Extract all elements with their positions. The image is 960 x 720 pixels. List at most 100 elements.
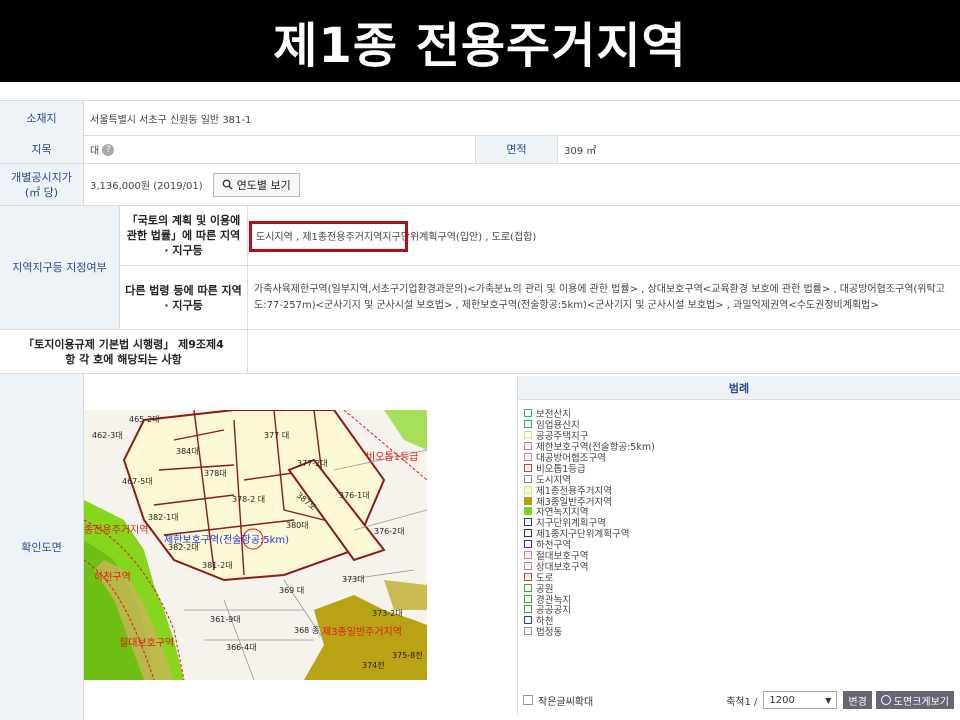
- legend-list: 보전산지 임업용산지 공공주택지구 제한보호구역(전술항공:5km) 대공방어협조구역 비…: [518, 400, 960, 638]
- land-value: 대: [90, 146, 100, 157]
- lot-label: 377 대: [264, 431, 289, 440]
- price-value: 3,136,000원 (2019/01): [90, 181, 203, 192]
- map-svg: 465-2대 462-3대 384대 377 대 377-2대 467-5대 3…: [84, 410, 427, 680]
- banner-title: 제1종 전용주거지역: [273, 18, 687, 74]
- legend-item: 보전산지: [524, 408, 960, 420]
- lot-label: 376-2대: [374, 527, 405, 536]
- legend-title: 범례: [518, 376, 960, 400]
- zone-label-restricted: 제한보호구역(전술항공:5km): [164, 534, 289, 546]
- lot-label: 366-4대: [226, 643, 257, 652]
- row-land: 지목 대 ? 면적 309 ㎡: [0, 136, 960, 164]
- legend-item: 도로: [524, 571, 960, 584]
- legend-panel: 범례 보전산지 임업용산지 공공주택지구 제한보호구역(전술항공:5km) 대공방어협조…: [517, 376, 960, 716]
- zoom-icon: [880, 695, 891, 705]
- legend-item: 제3종일반주거지역: [524, 495, 960, 508]
- land-value-cell: 대 ?: [84, 136, 476, 163]
- lot-label: 377-2대: [297, 459, 328, 468]
- location-value: 서울특별시 서초구 신원동 일반 381-1: [90, 115, 252, 126]
- legend-swatch: [524, 583, 532, 592]
- row-price: 개별공시지가(㎡ 당) 3,136,000원 (2019/01) 연도별 보기: [0, 164, 960, 206]
- legend-item: 하천구역: [524, 539, 960, 551]
- lot-label: 375-8전: [392, 650, 423, 660]
- legend-swatch: [524, 485, 532, 494]
- zoom-map-button[interactable]: 도면크게보기: [875, 691, 954, 709]
- legend-swatch: [524, 551, 532, 560]
- lot-label: 382-1대: [148, 513, 179, 522]
- legend-swatch: [524, 594, 532, 603]
- legend-item: 경관녹지: [524, 593, 960, 606]
- row-regulation: 「토지이용규제 기본법 시행령」 제9조제4항 각 호에 해당되는 사항: [0, 330, 960, 374]
- row-zone: 지역지구등 지정여부 「국토의 계획 및 이용에 관한 법률」에 따른 지역 ·…: [0, 206, 960, 330]
- location-label: 소재지: [0, 101, 84, 136]
- zone-sub2: 다른 법령 등에 따른 지역 · 지구등: [120, 266, 248, 329]
- lot-label: 361-9대: [210, 615, 241, 624]
- lot-label: 376-1대: [339, 491, 370, 500]
- year-view-label: 연도별 보기: [236, 178, 291, 192]
- lot-label: 380대: [286, 521, 309, 530]
- legend-item: 법정동: [524, 626, 960, 638]
- zone-label: 지역지구등 지정여부: [0, 206, 120, 329]
- legend-item: 임업용산지: [524, 419, 960, 431]
- scale-select[interactable]: 1200 ▼: [763, 691, 838, 709]
- legend-swatch: [524, 431, 532, 440]
- highlight-box: [249, 221, 408, 252]
- legend-swatch: [524, 507, 532, 516]
- lot-label: 368 종: [294, 626, 319, 635]
- legend-item: 공원: [524, 582, 960, 595]
- scale-value: 1200: [769, 694, 795, 706]
- zone-label-residential: 종전용주거지역: [84, 524, 148, 536]
- legend-swatch: [524, 453, 532, 461]
- legend-swatch: [524, 561, 532, 570]
- help-icon[interactable]: ?: [102, 143, 115, 156]
- area-label: 면적: [476, 136, 558, 163]
- enlarge-text-label: 작은글씨확대: [538, 696, 594, 708]
- chevron-down-icon: ▼: [825, 695, 832, 705]
- row-location: 소재지 서울특별시 서초구 신원동 일반 381-1: [0, 100, 960, 136]
- map-label: 확인도면: [0, 374, 84, 720]
- legend-swatch: [524, 616, 532, 625]
- search-icon: [222, 179, 233, 190]
- legend-item: 상대보호구역: [524, 560, 960, 573]
- lot-label: 381-2대: [202, 561, 233, 570]
- land-map[interactable]: 465-2대 462-3대 384대 377 대 377-2대 467-5대 3…: [84, 410, 427, 680]
- zone-label-third: 제3종일반주거지역: [322, 626, 402, 638]
- zone-label-absolute: 절대보호구역: [119, 636, 174, 649]
- legend-item: 비오톱1등급: [524, 462, 960, 475]
- legend-swatch: [524, 529, 532, 538]
- legend-swatch: [524, 463, 532, 472]
- price-label: 개별공시지가(㎡ 당): [0, 164, 84, 205]
- lot-label: 462-3대: [92, 431, 123, 440]
- legend-swatch: [524, 496, 532, 505]
- legend-swatch: [524, 540, 532, 549]
- lot-label: 373대: [342, 575, 365, 584]
- legend-swatch: [524, 442, 532, 451]
- lot-label: 384대: [176, 447, 199, 456]
- zone-value2: 가축사육제한구역(일부지역,서초구기업환경과문의)<가축분뇨의 관리 및 이용에…: [254, 283, 945, 311]
- regulation-label: 「토지이용규제 기본법 시행령」 제9조제4항 각 호에 해당되는 사항: [0, 330, 248, 373]
- legend-swatch: [524, 420, 532, 429]
- legend-item: 제1종지구단위계획구역: [524, 528, 960, 540]
- lot-label: 378대: [204, 469, 227, 478]
- change-button[interactable]: 변경: [843, 691, 872, 709]
- title-banner: 제1종 전용주거지역: [0, 0, 960, 82]
- enlarge-text-checkbox[interactable]: [523, 695, 533, 705]
- zoom-map-label: 도면크게보기: [893, 696, 949, 708]
- lot-label: 467-5대: [122, 477, 153, 486]
- legend-swatch: [524, 605, 532, 614]
- legend-swatch: [524, 518, 532, 527]
- legend-item: 절대보호구역: [524, 550, 960, 562]
- land-label: 지목: [0, 136, 84, 163]
- lot-label: 373-2대: [372, 609, 403, 618]
- legend-swatch: [524, 409, 532, 418]
- price-value-cell: 3,136,000원 (2019/01) 연도별 보기: [84, 164, 300, 205]
- scale-label: 축척1 /: [726, 696, 758, 708]
- year-view-button[interactable]: 연도별 보기: [212, 172, 300, 197]
- lot-label: 465-2대: [129, 415, 160, 424]
- legend-swatch: [524, 474, 532, 483]
- area-value: 309 ㎡: [564, 146, 597, 157]
- legend-item: 하천: [524, 615, 960, 627]
- legend-item: 공공공지: [524, 604, 960, 616]
- lot-label: 374전: [362, 660, 385, 670]
- zone-label-river: 하천구역: [94, 570, 131, 583]
- legend-swatch: [524, 627, 532, 636]
